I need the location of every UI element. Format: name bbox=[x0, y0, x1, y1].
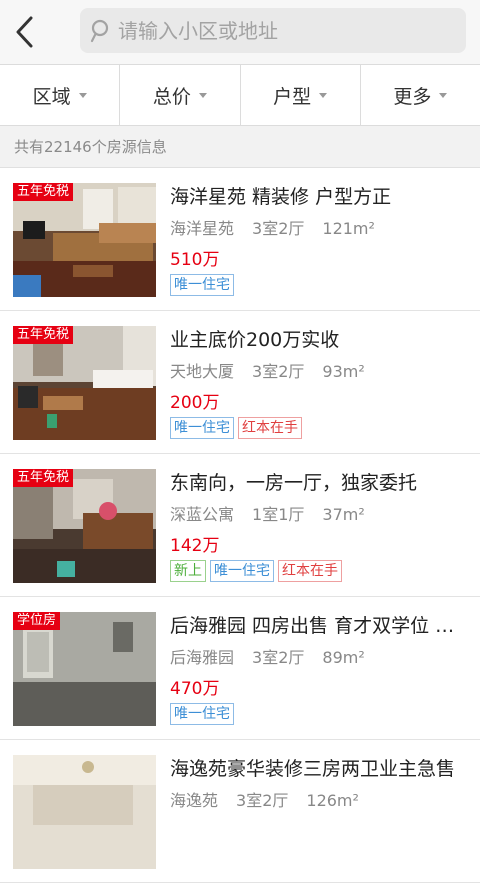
listing-area: 93m² bbox=[322, 362, 365, 381]
filter-district[interactable]: 区域 bbox=[0, 65, 121, 125]
caret-down-icon bbox=[78, 92, 87, 98]
listing-tag: 唯一住宅 bbox=[170, 703, 234, 725]
listing-item[interactable]: 五年免税 业主底价200万实收 天地大厦 3室2厅 93m² 200万 唯一住宅 红… bbox=[0, 311, 480, 454]
listing-area: 121m² bbox=[322, 219, 375, 238]
listing-meta: 海逸苑 3室2厅 126m² bbox=[170, 787, 377, 811]
caret-down-icon bbox=[198, 92, 207, 98]
listing-title: 海洋星苑 精装修 户型方正 bbox=[170, 186, 392, 208]
listing-item[interactable]: 学位房 后海雅园 四房出售 育才双学位 湾… 后海雅园 3室2厅 89m² 470万… bbox=[0, 597, 480, 740]
listing-layout: 3室2厅 bbox=[252, 648, 305, 667]
listing-price: 470万 bbox=[170, 679, 220, 699]
listing-meta: 天地大厦 3室2厅 93m² bbox=[170, 358, 383, 382]
filter-bar: 区域 总价 户型 更多 bbox=[0, 64, 480, 126]
filter-label: 区域 bbox=[32, 85, 71, 108]
caret-down-icon bbox=[439, 92, 448, 98]
chevron-left-icon bbox=[16, 16, 33, 48]
listing-photo bbox=[13, 755, 156, 869]
listing-community: 海逸苑 bbox=[170, 791, 219, 810]
listing-area: 126m² bbox=[306, 791, 359, 810]
listing-price: 142万 bbox=[170, 536, 220, 556]
listing-tag: 唯一住宅 bbox=[170, 417, 234, 439]
filter-total-price[interactable]: 总价 bbox=[120, 65, 241, 125]
listing-layout: 3室2厅 bbox=[252, 219, 305, 238]
listing-tag: 红本在手 bbox=[278, 560, 342, 582]
listing-meta: 后海雅园 3室2厅 89m² bbox=[170, 644, 383, 668]
listing-tag: 唯一住宅 bbox=[170, 274, 234, 296]
listing-community: 深蓝公寓 bbox=[170, 505, 235, 524]
top-bar bbox=[0, 0, 480, 64]
listing-community: 后海雅园 bbox=[170, 648, 235, 667]
listing-title: 东南向，一房一厅，独家委托 bbox=[170, 472, 418, 494]
listing-area: 37m² bbox=[322, 505, 365, 524]
listing-item[interactable]: 五年免税 东南向，一房一厅，独家委托 深蓝公寓 1室1厅 37m² 142万 新上 … bbox=[0, 454, 480, 597]
filter-label: 更多 bbox=[393, 85, 432, 108]
listing-price: 200万 bbox=[170, 393, 220, 413]
listing-title: 海逸苑豪华装修三房两卫业主急售 bbox=[170, 758, 456, 780]
listing-tag: 新上 bbox=[170, 560, 206, 582]
listing-meta: 海洋星苑 3室2厅 121m² bbox=[170, 215, 393, 239]
listing-title: 后海雅园 四房出售 育才双学位 湾… bbox=[170, 615, 470, 637]
filter-label: 总价 bbox=[152, 85, 191, 108]
listing-tags: 新上 唯一住宅 红本在手 bbox=[170, 560, 342, 582]
listing-layout: 3室2厅 bbox=[236, 791, 289, 810]
listing-tag: 唯一住宅 bbox=[210, 560, 274, 582]
listing-item[interactable]: 五年免税 海洋星苑 精装修 户型方正 海洋星苑 3室2厅 121m² 510万 唯一… bbox=[0, 168, 480, 311]
listing-meta: 深蓝公寓 1室1厅 37m² bbox=[170, 501, 383, 525]
filter-label: 户型 bbox=[273, 85, 312, 108]
listing-tags: 唯一住宅 bbox=[170, 274, 234, 296]
search-icon bbox=[90, 19, 109, 42]
listing-tags: 唯一住宅 bbox=[170, 703, 234, 725]
caret-down-icon bbox=[319, 92, 328, 98]
listing-title: 业主底价200万实收 bbox=[170, 329, 340, 351]
listing-badge: 五年免税 bbox=[13, 183, 74, 201]
listing-layout: 3室2厅 bbox=[252, 362, 305, 381]
listing-community: 海洋星苑 bbox=[170, 219, 235, 238]
listing-community: 天地大厦 bbox=[170, 362, 235, 381]
listing-tags: 唯一住宅 红本在手 bbox=[170, 417, 302, 439]
listing-item[interactable]: 海逸苑豪华装修三房两卫业主急售 海逸苑 3室2厅 126m² bbox=[0, 740, 480, 883]
listing-area: 89m² bbox=[322, 648, 365, 667]
result-count: 共有22146个房源信息 bbox=[0, 126, 480, 168]
filter-layout[interactable]: 户型 bbox=[241, 65, 361, 125]
filter-more[interactable]: 更多 bbox=[361, 65, 480, 125]
listing-tag: 红本在手 bbox=[238, 417, 302, 439]
listing-price: 510万 bbox=[170, 250, 220, 270]
listing-list: 五年免税 海洋星苑 精装修 户型方正 海洋星苑 3室2厅 121m² 510万 唯一… bbox=[0, 168, 480, 883]
listing-badge: 五年免税 bbox=[13, 469, 74, 487]
listing-badge: 五年免税 bbox=[13, 326, 74, 344]
search-input[interactable] bbox=[118, 18, 448, 43]
search-box[interactable] bbox=[80, 8, 466, 53]
back-button[interactable] bbox=[6, 10, 42, 54]
listing-badge: 学位房 bbox=[13, 612, 61, 630]
listing-layout: 1室1厅 bbox=[252, 505, 305, 524]
